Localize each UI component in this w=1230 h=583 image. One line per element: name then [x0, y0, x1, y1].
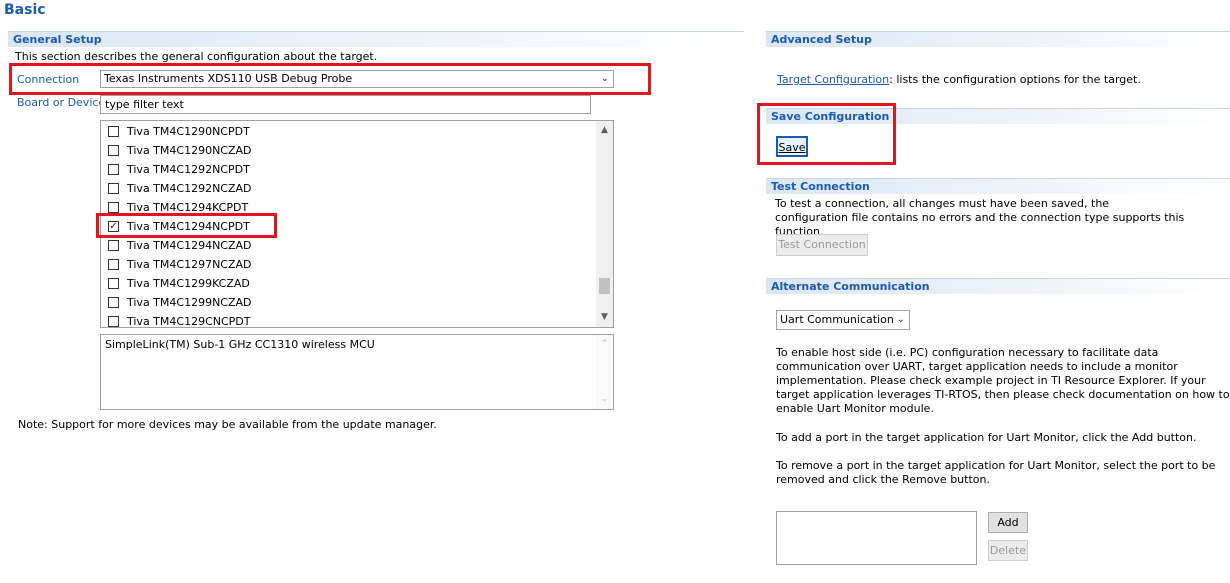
device-list-item[interactable]: Tiva TM4C1299KCZAD: [108, 274, 568, 293]
connection-select[interactable]: Texas Instruments XDS110 USB Debug Probe…: [100, 70, 614, 88]
device-description-box: SimpleLink(TM) Sub-1 GHz CC1310 wireless…: [100, 334, 614, 410]
test-connection-button[interactable]: Test Connection: [776, 234, 868, 256]
device-label: Tiva TM4C129CNCPDT: [127, 315, 251, 328]
checkbox-icon[interactable]: [108, 163, 119, 175]
delete-port-button[interactable]: Delete: [988, 540, 1028, 561]
alternate-communication-header: Alternate Communication: [766, 278, 1230, 294]
target-configuration-suffix: : lists the configuration options for th…: [889, 73, 1141, 86]
device-label: Tiva TM4C1297NCZAD: [127, 258, 252, 271]
checkbox-icon[interactable]: [108, 144, 119, 156]
text-line: removed and click the Remove button.: [776, 473, 990, 486]
remove-port-info: To remove a port in the target applicati…: [776, 459, 1215, 487]
uart-monitor-info: To enable host side (i.e. PC) configurat…: [776, 346, 1230, 416]
port-list[interactable]: [776, 511, 977, 565]
checkbox-checked-icon[interactable]: ✓: [108, 220, 119, 232]
device-list-item[interactable]: Tiva TM4C129CNCPDT: [108, 312, 568, 328]
device-list-item[interactable]: Tiva TM4C1290NCZAD: [108, 141, 568, 160]
device-list-item[interactable]: Tiva TM4C1294KCPDT: [108, 198, 568, 217]
save-button-label: Save: [778, 141, 806, 154]
general-setup-header: General Setup: [8, 31, 744, 47]
text-line: enable Uart Monitor module.: [776, 402, 934, 415]
device-list-item[interactable]: Tiva TM4C1290NCPDT: [108, 122, 568, 141]
advanced-setup-header: Advanced Setup: [766, 31, 1230, 47]
scroll-up-icon: ⌃: [600, 339, 609, 349]
filter-input[interactable]: type filter text: [100, 95, 591, 114]
device-list-item[interactable]: Tiva TM4C1292NCPDT: [108, 160, 568, 179]
device-label: Tiva TM4C1299NCZAD: [127, 296, 252, 309]
device-label: Tiva TM4C1290NCZAD: [127, 144, 252, 157]
device-label: Tiva TM4C1292NCPDT: [127, 163, 250, 176]
checkbox-icon[interactable]: [108, 201, 119, 213]
device-list-item[interactable]: Tiva TM4C1299NCZAD: [108, 293, 568, 312]
advanced-setup-title: Advanced Setup: [771, 33, 872, 46]
device-list-item[interactable]: Tiva TM4C1297NCZAD: [108, 255, 568, 274]
text-line: implementation. Please check example pro…: [776, 374, 1206, 387]
device-label: Tiva TM4C1294NCZAD: [127, 239, 252, 252]
checkbox-icon[interactable]: [108, 296, 119, 308]
connection-select-value: Texas Instruments XDS110 USB Debug Probe: [104, 72, 353, 85]
scroll-down-icon[interactable]: ▼: [596, 309, 613, 326]
scroll-up-icon[interactable]: ▲: [596, 122, 613, 139]
device-list[interactable]: Tiva TM4C1290NCPDT Tiva TM4C1290NCZAD Tiva…: [100, 120, 614, 328]
device-label: Tiva TM4C1294KCPDT: [127, 201, 249, 214]
save-configuration-header: Save Configuration: [766, 108, 1230, 124]
checkbox-icon[interactable]: [108, 182, 119, 194]
test-connection-line-1: To test a connection, all changes must h…: [775, 197, 1110, 210]
scrollbar-thumb[interactable]: [599, 278, 610, 294]
communication-select-value: Uart Communication: [780, 313, 894, 326]
description-scrollbar: ⌃ ⌄: [596, 335, 613, 409]
device-list-scrollbar[interactable]: ▲ ▼: [596, 121, 613, 327]
text-line: To enable host side (i.e. PC) configurat…: [776, 346, 1159, 359]
save-button[interactable]: Save: [776, 136, 808, 157]
target-configuration-link[interactable]: Target Configuration: [777, 73, 889, 86]
chevron-down-icon: ⌄: [896, 314, 905, 325]
advanced-setup-text: Target Configuration: lists the configur…: [777, 73, 1141, 86]
device-list-item[interactable]: Tiva TM4C1294NCZAD: [108, 236, 568, 255]
general-setup-description: This section describes the general confi…: [15, 50, 378, 63]
test-connection-header: Test Connection: [766, 178, 1230, 194]
checkbox-icon[interactable]: [108, 125, 119, 137]
checkbox-icon[interactable]: [108, 315, 119, 327]
save-configuration-title: Save Configuration: [771, 110, 890, 123]
update-manager-note: Note: Support for more devices may be av…: [18, 418, 437, 431]
communication-select[interactable]: Uart Communication ⌄: [776, 310, 910, 330]
text-line: To remove a port in the target applicati…: [776, 459, 1216, 472]
text-line: target application leverages TI-RTOS, th…: [776, 388, 1230, 401]
device-label: Tiva TM4C1294NCPDT: [127, 220, 250, 233]
device-description-text: SimpleLink(TM) Sub-1 GHz CC1310 wireless…: [105, 338, 375, 351]
device-label: Tiva TM4C1299KCZAD: [127, 277, 250, 290]
scroll-down-icon: ⌄: [600, 394, 609, 404]
test-connection-text: To test a connection, all changes must h…: [775, 197, 1230, 239]
device-list-item[interactable]: ✓ Tiva TM4C1294NCPDT: [108, 217, 568, 236]
add-port-info: To add a port in the target application …: [776, 431, 1197, 444]
test-connection-title: Test Connection: [771, 180, 870, 193]
checkbox-icon[interactable]: [108, 258, 119, 270]
chevron-down-icon: ⌄: [600, 73, 609, 84]
checkbox-icon[interactable]: [108, 277, 119, 289]
connection-label: Connection: [17, 73, 80, 86]
device-label: Tiva TM4C1292NCZAD: [127, 182, 252, 195]
page-title: Basic: [4, 2, 46, 18]
device-list-item[interactable]: Tiva TM4C1292NCZAD: [108, 179, 568, 198]
alternate-communication-title: Alternate Communication: [771, 280, 930, 293]
text-line: communication over UART, target applicat…: [776, 360, 1178, 373]
add-port-button[interactable]: Add: [988, 512, 1028, 533]
general-setup-title: General Setup: [13, 33, 102, 46]
device-label: Tiva TM4C1290NCPDT: [127, 125, 250, 138]
filter-input-text: type filter text: [105, 98, 184, 111]
checkbox-icon[interactable]: [108, 239, 119, 251]
board-device-label: Board or Device: [17, 96, 106, 109]
